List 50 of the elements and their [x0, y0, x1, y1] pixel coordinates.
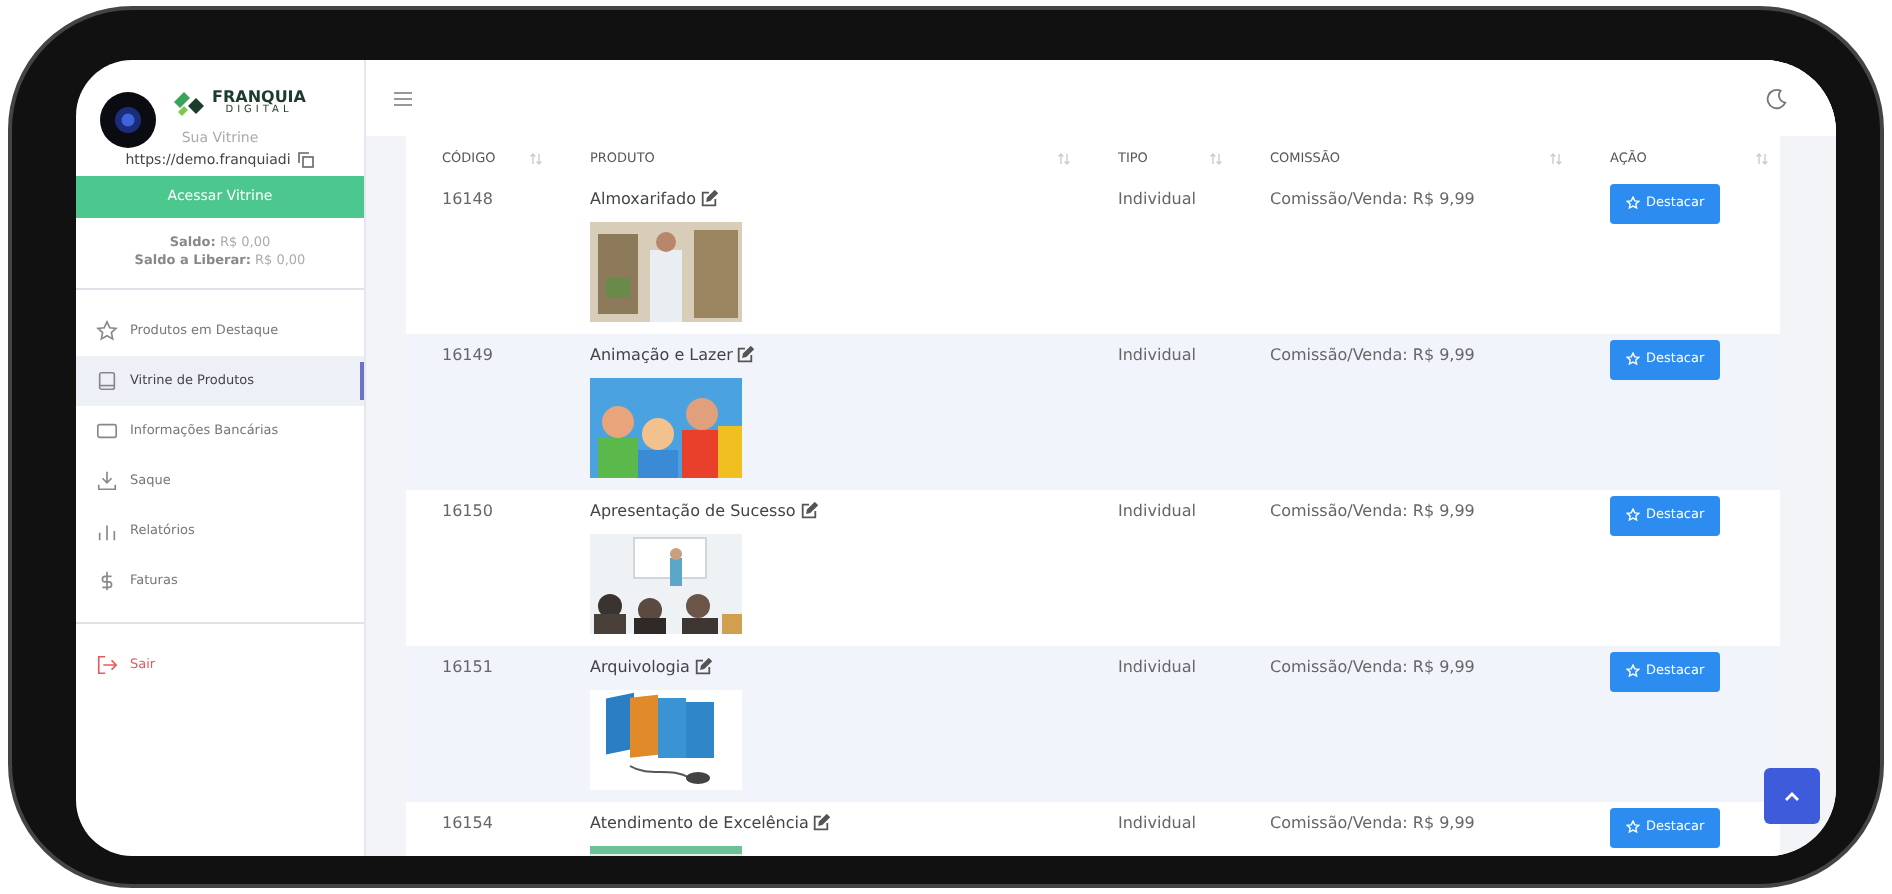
table-cell: Comissão/Venda: R$ 9,99	[1234, 177, 1574, 334]
product-link[interactable]: Almoxarifado	[590, 187, 718, 212]
sort-icon[interactable]	[1756, 152, 1768, 167]
table-cell: 16154	[406, 801, 554, 856]
tablet-icon	[96, 370, 118, 392]
moon-icon[interactable]	[1766, 87, 1788, 109]
product-link[interactable]: Arquivologia	[590, 655, 712, 680]
dollar-icon	[96, 570, 118, 592]
table-cell: Comissão/Venda: R$ 9,99	[1234, 801, 1574, 856]
edit-icon	[812, 814, 831, 833]
scroll-top-button[interactable]	[1764, 768, 1820, 824]
sort-icon[interactable]	[1210, 152, 1222, 167]
edit-icon	[693, 658, 712, 677]
card-icon	[96, 420, 118, 442]
edit-icon	[736, 346, 755, 365]
copy-icon[interactable]	[298, 151, 315, 168]
edit-icon	[799, 502, 818, 521]
product-link[interactable]: Apresentação de Sucesso	[590, 499, 818, 524]
table-cell: Individual	[1082, 333, 1234, 490]
table-cell: Individual	[1082, 801, 1234, 856]
table-cell: 16148	[406, 177, 554, 334]
star-icon	[1626, 352, 1640, 367]
logo-text: FRANQUIA	[212, 89, 306, 105]
star-icon	[1626, 508, 1640, 523]
table-cell: Comissão/Venda: R$ 9,99	[1234, 645, 1574, 802]
table-cell: Individual	[1082, 489, 1234, 646]
logo-icon	[170, 88, 206, 116]
table-cell: Comissão/Venda: R$ 9,99	[1234, 333, 1574, 490]
table-cell: Comissão/Venda: R$ 9,99	[1234, 489, 1574, 646]
sort-icon[interactable]	[1550, 152, 1562, 167]
star-icon	[1626, 664, 1640, 679]
star-icon	[96, 320, 118, 342]
sort-icon[interactable]	[1058, 152, 1070, 167]
edit-icon	[699, 190, 718, 209]
table-cell: 16150	[406, 489, 554, 646]
table-cell: 16151	[406, 645, 554, 802]
chevron-up-icon	[1784, 790, 1800, 802]
menu-icon[interactable]	[394, 91, 412, 105]
chart-icon	[96, 520, 118, 542]
product-link[interactable]: Atendimento de Excelência	[590, 811, 831, 836]
sort-icon[interactable]	[530, 152, 542, 167]
product-link[interactable]: Animação e Lazer	[590, 343, 755, 368]
table-cell: Individual	[1082, 645, 1234, 802]
star-icon	[1626, 820, 1640, 835]
logout-icon	[96, 654, 118, 676]
table-cell: Individual	[1082, 177, 1234, 334]
star-icon	[1626, 196, 1640, 211]
download-icon	[96, 470, 118, 492]
table-cell: 16149	[406, 333, 554, 490]
camera-icon	[100, 92, 156, 148]
